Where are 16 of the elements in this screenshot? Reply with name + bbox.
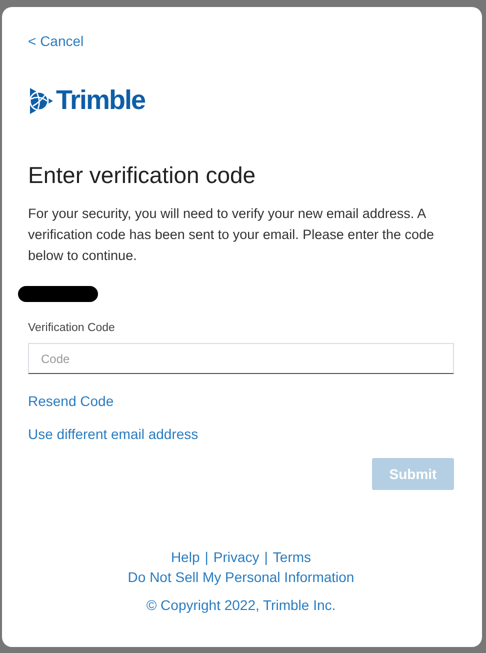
field-label: Verification Code [28,322,115,334]
copyright-text: © Copyright 2022, Trimble Inc. [146,597,336,613]
resend-code-link[interactable]: Resend Code [28,393,114,409]
privacy-link[interactable]: Do Not Sell My Personal Information [128,569,354,585]
separator-text: | [204,549,208,565]
separator-text: | [264,549,268,565]
logo-wordmark: Trimble [56,85,146,116]
cancel-link[interactable]: < Cancel [28,33,84,49]
footer-link[interactable]: Terms [272,549,312,565]
description-text: For your security, you will need to verify your new email address. A verification code has been sent to your email. Please enter the code below to continue. [28,205,435,265]
page-heading: Enter verification code [28,162,257,189]
change-email-link[interactable]: Use different email address [28,426,198,442]
footer-link[interactable]: Privacy [213,549,260,565]
code-input-field[interactable]: Code [28,343,454,374]
globe-logo-icon [28,86,54,116]
footer-link[interactable]: Help [170,549,200,565]
